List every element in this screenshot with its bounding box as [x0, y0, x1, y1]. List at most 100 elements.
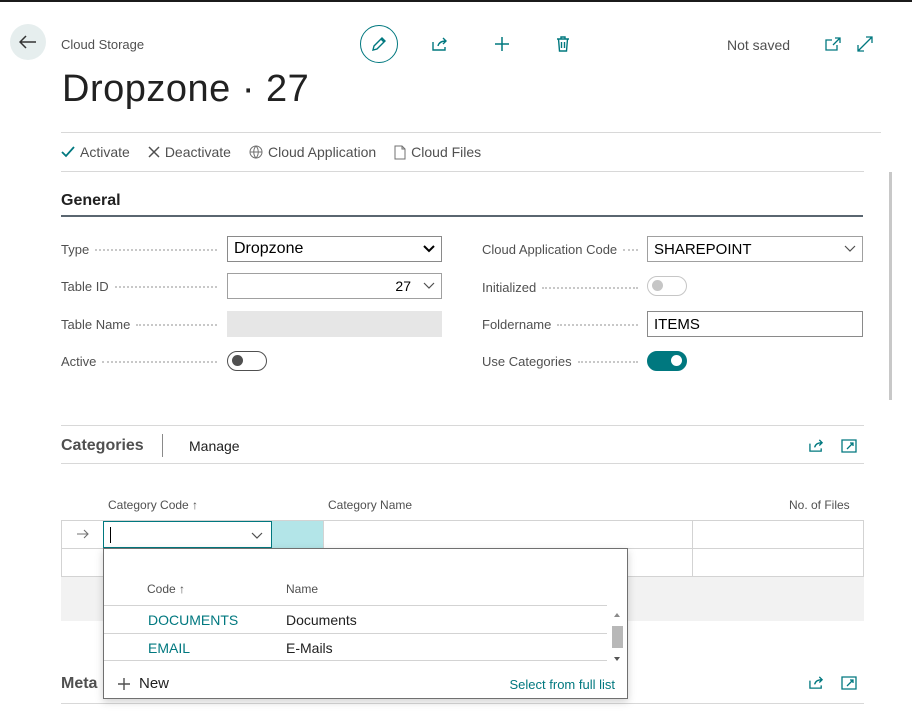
deactivate-label: Deactivate [164, 144, 231, 160]
table-name-label-text: Table Name [61, 316, 131, 332]
table-id-label: Table ID [61, 277, 223, 295]
manage-menu[interactable]: Manage [189, 438, 240, 454]
meta-section-title[interactable]: Meta [61, 675, 97, 693]
chevron-down-icon [844, 245, 856, 252]
active-label-text: Active [61, 353, 97, 369]
lookup-row-name: Documents [286, 612, 357, 628]
lookup-new-button[interactable]: New [117, 675, 169, 692]
cloud-application-code-label-text: Cloud Application Code [482, 241, 618, 257]
divider [61, 132, 881, 133]
deactivate-action[interactable]: Deactivate [148, 144, 231, 160]
share-icon [432, 37, 447, 51]
lookup-row[interactable]: DOCUMENTS Documents [104, 605, 607, 632]
page-scrollbar[interactable] [889, 172, 892, 400]
categories-section-title[interactable]: Categories [61, 437, 144, 455]
scroll-up-icon [614, 613, 620, 617]
share-icon [808, 438, 823, 452]
arrow-right-icon [77, 529, 89, 539]
document-icon [394, 145, 406, 159]
window-top-border [0, 0, 912, 2]
initialized-label: Initialized [482, 278, 644, 296]
cloud-application-label: Cloud Application [267, 144, 377, 160]
initialized-toggle [647, 276, 687, 296]
open-new-window-button[interactable] [823, 34, 843, 54]
label-dots [623, 249, 638, 251]
label-dots [102, 361, 217, 363]
active-toggle[interactable] [227, 351, 267, 371]
globe-icon [249, 145, 263, 159]
checkmark-icon [61, 146, 75, 158]
edit-button[interactable] [360, 25, 398, 63]
share-icon [808, 675, 823, 689]
selected-cell-highlight [272, 521, 323, 548]
lookup-row-code[interactable]: DOCUMENTS [148, 612, 238, 628]
cloud-files-action[interactable]: Cloud Files [394, 144, 481, 160]
lookup-row-code[interactable]: EMAIL [148, 640, 190, 656]
select-from-full-list-link[interactable]: Select from full list [510, 677, 615, 692]
row-divider [104, 660, 607, 661]
lookup-row[interactable]: EMAIL E-Mails [104, 633, 607, 660]
toggle-knob [671, 355, 682, 366]
categories-share-button[interactable] [807, 436, 825, 454]
lookup-row-name: E-Mails [286, 640, 333, 656]
column-header-category-code[interactable]: Category Code ↑ [108, 498, 198, 512]
foldername-label: Foldername [482, 315, 644, 333]
active-label: Active [61, 352, 223, 370]
lookup-scrollbar[interactable] [610, 611, 624, 667]
label-dots [557, 324, 638, 326]
share-button[interactable] [429, 34, 451, 54]
open-in-new-window-icon [841, 675, 857, 690]
lookup-header-name[interactable]: Name [286, 582, 318, 596]
activate-action[interactable]: Activate [61, 144, 130, 160]
back-button[interactable] [10, 24, 46, 60]
table-name-label: Table Name [61, 315, 223, 333]
use-categories-toggle[interactable] [647, 351, 687, 371]
label-dots [95, 249, 217, 251]
trash-icon [557, 36, 569, 52]
divider [61, 425, 864, 426]
lookup-header-code[interactable]: Code ↑ [147, 582, 185, 596]
scroll-down-icon [614, 657, 620, 661]
text-cursor [110, 526, 111, 543]
toggle-knob [232, 355, 243, 366]
divider [61, 171, 864, 172]
category-code-lookup[interactable]: Code ↑ Name DOCUMENTS Documents EMAIL E-… [103, 548, 628, 699]
category-code-input[interactable] [103, 521, 272, 548]
pencil-icon [372, 37, 386, 51]
cloud-application-action[interactable]: Cloud Application [249, 144, 376, 160]
breadcrumb: Cloud Storage [61, 37, 145, 52]
arrow-left-icon [19, 35, 36, 49]
column-header-category-name[interactable]: Category Name [328, 498, 412, 512]
table-id-input[interactable]: 27 [227, 273, 442, 299]
label-dots [542, 287, 638, 289]
table-id-value: 27 [395, 278, 411, 294]
use-categories-label-text: Use Categories [482, 353, 572, 369]
type-label-text: Type [61, 241, 90, 257]
column-header-no-of-files[interactable]: No. of Files [789, 498, 850, 512]
expand-button[interactable] [855, 34, 875, 54]
meta-share-button[interactable] [807, 673, 825, 691]
cloud-application-code-input[interactable]: SHAREPOINT [647, 236, 863, 262]
foldername-input[interactable]: ITEMS [647, 311, 863, 337]
foldername-value: ITEMS [654, 315, 700, 333]
scrollbar-thumb[interactable] [612, 626, 623, 648]
meta-expand-button[interactable] [840, 673, 858, 691]
table-id-label-text: Table ID [61, 278, 109, 294]
open-in-new-window-icon [841, 438, 857, 453]
general-section-title[interactable]: General [61, 192, 121, 210]
chevron-down-icon [423, 282, 435, 289]
save-status: Not saved [727, 37, 791, 53]
open-in-new-window-icon [825, 37, 841, 51]
table-name-field [227, 311, 442, 337]
delete-button[interactable] [552, 33, 574, 55]
cloud-files-label: Cloud Files [411, 144, 482, 160]
cloud-application-code-value: SHAREPOINT [654, 240, 752, 258]
initialized-label-text: Initialized [482, 279, 537, 295]
new-record-button[interactable] [491, 33, 513, 55]
categories-expand-button[interactable] [840, 436, 858, 454]
action-bar: Activate Deactivate Cloud Application Cl… [61, 142, 499, 162]
type-select[interactable]: Dropzone [227, 236, 442, 262]
separator [162, 434, 163, 457]
lookup-new-label: New [139, 675, 170, 692]
section-underline [61, 215, 863, 217]
